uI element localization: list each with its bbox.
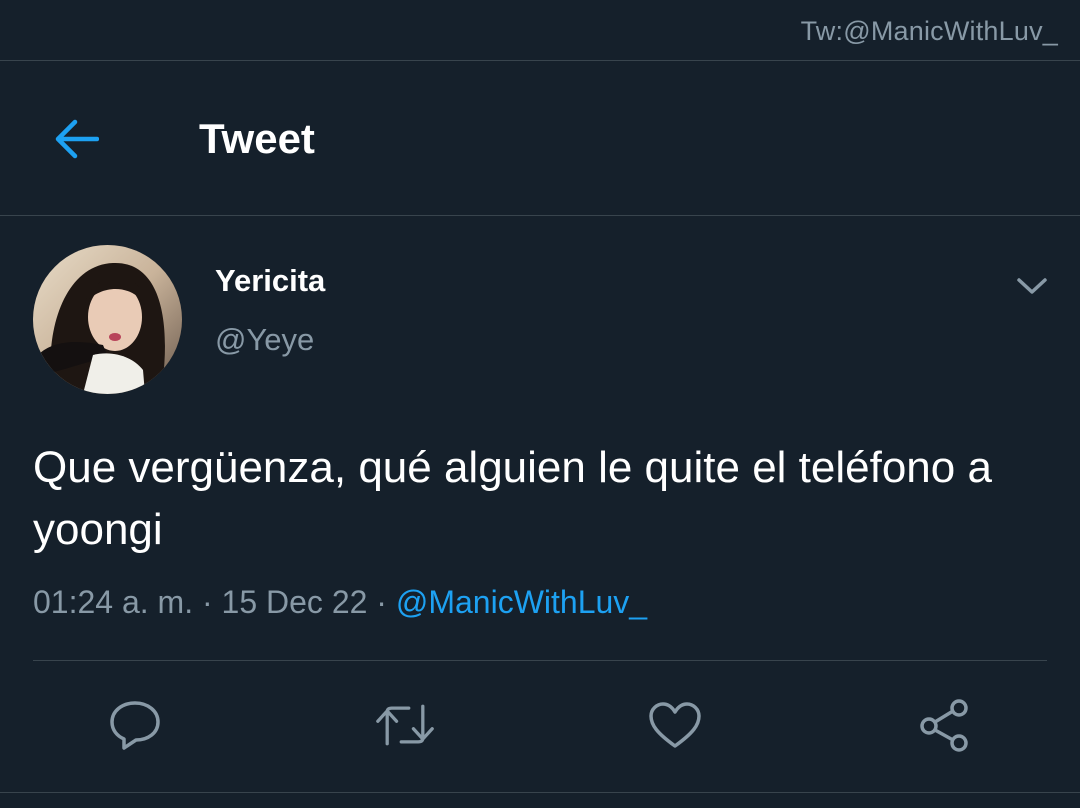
retweet-icon	[376, 704, 434, 746]
tweet-text: Que vergüenza, qué alguien le quite el t…	[33, 443, 992, 554]
tweet-time: 01:24 a. m.	[33, 584, 194, 620]
meta-separator: ·	[193, 584, 222, 620]
reply-icon	[110, 701, 160, 750]
tweet-meta: 01:24 a. m. · 15 Dec 22 · @ManicWithLuv_	[33, 584, 647, 621]
like-button[interactable]	[645, 695, 705, 755]
reply-button[interactable]	[105, 695, 165, 755]
header-bar: Tweet	[0, 61, 1080, 216]
avatar-photo	[33, 245, 182, 394]
retweet-button[interactable]	[375, 695, 435, 755]
heart-icon	[649, 702, 701, 748]
chevron-down-icon	[1017, 278, 1047, 294]
tweet-date: 15 Dec 22	[221, 584, 368, 620]
share-button[interactable]	[915, 695, 975, 755]
arrow-left-icon	[55, 119, 99, 159]
display-name[interactable]: Yericita	[215, 263, 325, 299]
tweet-menu-button[interactable]	[1012, 268, 1052, 304]
meta-separator: ·	[367, 584, 396, 620]
back-button[interactable]	[50, 113, 102, 165]
watermark-text: Tw:@ManicWithLuv_	[800, 16, 1058, 46]
user-handle[interactable]: @Yeye	[215, 322, 314, 358]
share-icon	[920, 699, 968, 752]
actions-divider	[33, 660, 1047, 661]
page-title: Tweet	[199, 115, 315, 162]
source-link[interactable]: @ManicWithLuv_	[396, 584, 647, 620]
avatar[interactable]	[33, 245, 182, 394]
bottom-divider	[0, 792, 1080, 793]
